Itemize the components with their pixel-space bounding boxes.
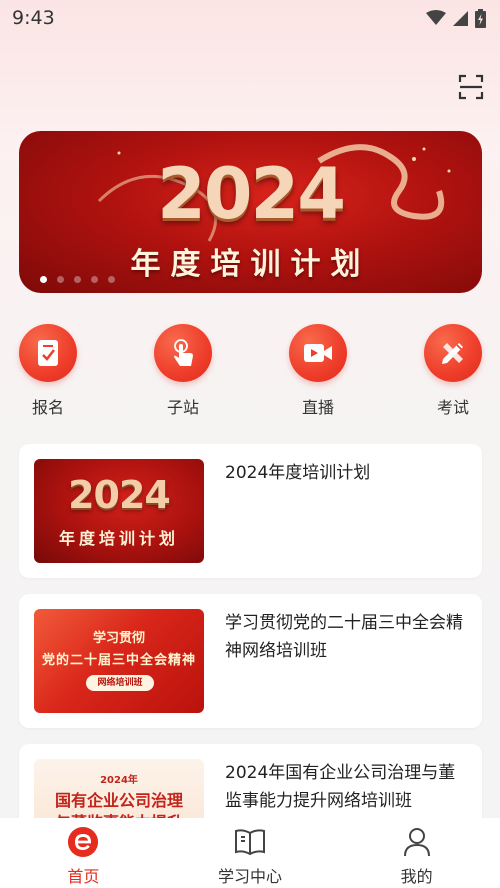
video-camera-icon bbox=[304, 344, 332, 362]
banner-year: 2024 bbox=[157, 153, 346, 235]
quick-action-label: 考试 bbox=[436, 398, 469, 417]
status-bar: 9:43 bbox=[0, 0, 500, 36]
live-button[interactable] bbox=[289, 324, 347, 382]
thumbnail-year: 2024 bbox=[68, 473, 171, 517]
thumbnail-line1: 国有企业公司治理 bbox=[54, 791, 183, 810]
wifi-icon bbox=[426, 10, 446, 25]
course-title[interactable]: 学习贯彻党的二十届三中全会精神网络培训班 bbox=[225, 609, 470, 665]
course-title[interactable]: 2024年国有企业公司治理与董监事能力提升网络培训班 bbox=[225, 759, 470, 815]
bottom-nav: 首页 学习中心 我的 bbox=[0, 818, 500, 888]
course-thumbnail[interactable]: 2024 年度培训计划 bbox=[34, 459, 204, 563]
signup-button[interactable] bbox=[19, 324, 77, 382]
home-logo-icon bbox=[67, 826, 99, 858]
pencil-ruler-icon bbox=[442, 343, 463, 364]
thumbnail-year: 2024年 bbox=[100, 775, 138, 786]
carousel-dot[interactable] bbox=[91, 276, 98, 283]
carousel-indicator bbox=[40, 276, 115, 283]
nav-item-home[interactable]: 首页 bbox=[28, 826, 138, 887]
quick-action-live[interactable]: 直播 bbox=[288, 324, 348, 418]
quick-action-exam[interactable]: 考试 bbox=[423, 324, 483, 418]
thumbnail-subtitle: 年度培训计划 bbox=[58, 529, 179, 548]
quick-action-signup[interactable]: 报名 bbox=[18, 324, 78, 418]
status-icons bbox=[426, 8, 486, 28]
nav-item-profile[interactable]: 我的 bbox=[362, 826, 472, 887]
course-thumbnail[interactable]: 学习贯彻 党的二十届三中全会精神 网络培训班 bbox=[34, 609, 204, 713]
nav-label: 首页 bbox=[67, 867, 100, 886]
scan-icon bbox=[458, 74, 484, 100]
battery-icon bbox=[475, 8, 486, 28]
carousel-dot[interactable] bbox=[40, 276, 47, 283]
thumbnail-line2: 党的二十届三中全会精神 bbox=[41, 653, 196, 668]
quick-action-label: 子站 bbox=[166, 398, 199, 417]
nav-label: 学习中心 bbox=[217, 867, 282, 886]
banner-carousel[interactable]: 2024 年度培训计划 bbox=[19, 131, 482, 293]
course-card[interactable]: 学习贯彻 党的二十届三中全会精神 网络培训班 学习贯彻党的二十届三中全会精神网络… bbox=[19, 594, 482, 728]
tap-hand-icon bbox=[174, 339, 193, 366]
quick-action-label: 报名 bbox=[31, 398, 64, 417]
substation-button[interactable] bbox=[154, 324, 212, 382]
scan-button[interactable] bbox=[458, 74, 484, 100]
quick-action-substation[interactable]: 子站 bbox=[153, 324, 213, 418]
thumbnail-tag: 网络培训班 bbox=[86, 675, 154, 691]
nav-label: 我的 bbox=[400, 867, 433, 886]
course-card[interactable]: 2024 年度培训计划 2024年度培训计划 bbox=[19, 444, 482, 578]
nav-item-study-center[interactable]: 学习中心 bbox=[195, 826, 305, 887]
exam-button[interactable] bbox=[424, 324, 482, 382]
carousel-dot[interactable] bbox=[57, 276, 64, 283]
carousel-dot[interactable] bbox=[108, 276, 115, 283]
carousel-dot[interactable] bbox=[74, 276, 81, 283]
signal-icon bbox=[453, 10, 468, 26]
course-title[interactable]: 2024年度培训计划 bbox=[225, 459, 470, 487]
status-time: 9:43 bbox=[12, 7, 55, 29]
open-book-icon bbox=[234, 826, 266, 858]
user-icon bbox=[401, 826, 433, 858]
thumbnail-line1: 学习贯彻 bbox=[92, 631, 145, 646]
quick-action-label: 直播 bbox=[301, 398, 334, 417]
signup-form-icon bbox=[38, 340, 58, 366]
